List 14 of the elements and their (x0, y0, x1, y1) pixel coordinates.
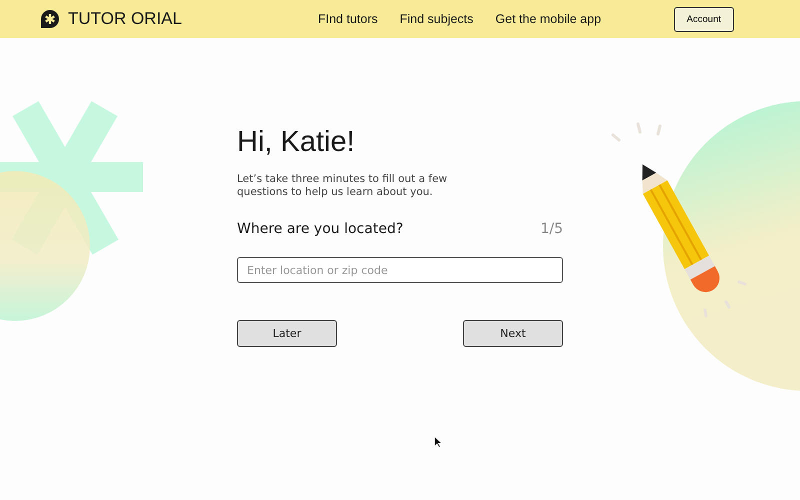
nav-link[interactable]: FInd tutors (318, 12, 378, 26)
nav-link[interactable]: Find subjects (400, 12, 474, 26)
question-label: Where are you located? (237, 221, 404, 238)
greeting-heading: Hi, Katie! (237, 126, 356, 159)
nav-link[interactable]: Get the mobile app (495, 12, 602, 26)
cursor-icon (434, 436, 442, 448)
brand-name: TUTOR ORIAL (68, 9, 182, 29)
next-button[interactable]: Next (463, 320, 563, 348)
location-input[interactable]: Enter location or zip code (237, 257, 563, 284)
account-button[interactable]: Account (674, 6, 734, 32)
progress-counter: 1/5 (540, 221, 563, 238)
logo-icon (40, 9, 60, 29)
intro-text: Let’s take three minutes to fill out a few questions to help us learn about you. (237, 173, 448, 200)
later-button[interactable]: Later (237, 320, 337, 348)
